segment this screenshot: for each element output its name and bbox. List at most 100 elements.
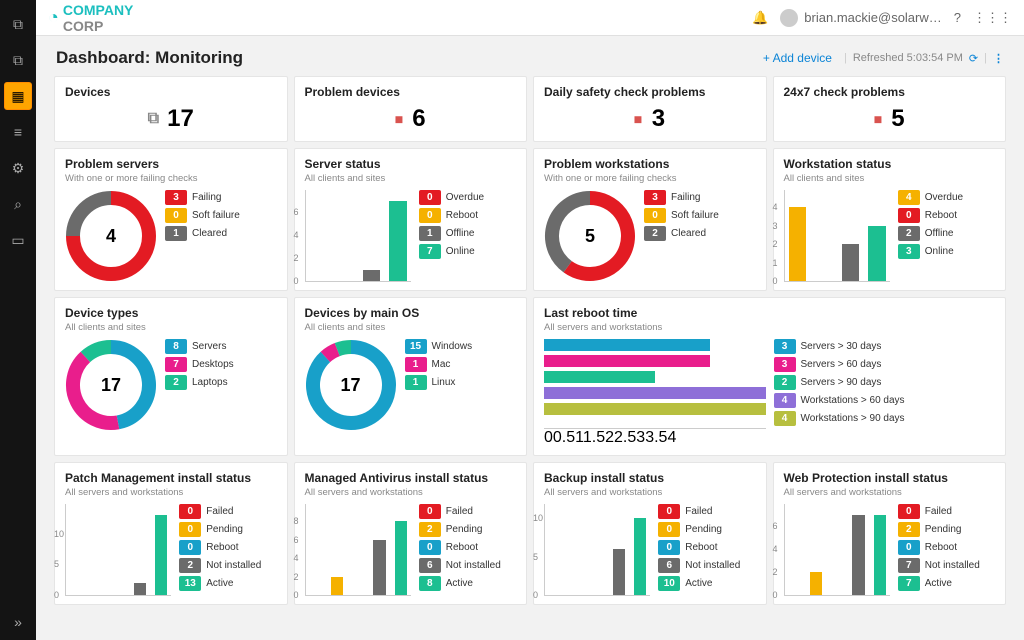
card-title: Last reboot time: [544, 306, 995, 320]
nav-dashboard-icon[interactable]: ▦: [4, 82, 32, 110]
legend-chip: 3: [165, 190, 187, 205]
legend-item: 0Pending: [179, 522, 276, 537]
legend-item: 6Not installed: [419, 558, 516, 573]
legend-label: Active: [446, 578, 473, 589]
legend-item: 2Cleared: [644, 226, 756, 241]
help-icon[interactable]: ?: [954, 10, 961, 25]
legend-label: Workstations > 90 days: [801, 413, 905, 424]
legend-chip: 0: [898, 540, 920, 555]
legend-chip: 0: [179, 540, 201, 555]
legend-chip: 10: [658, 576, 680, 591]
legend-item: 1Mac: [405, 357, 517, 372]
bar-chart: 01234: [784, 190, 890, 282]
user-menu[interactable]: brian.mackie@solarw…: [780, 9, 941, 27]
legend-chip: 0: [179, 522, 201, 537]
nav-settings-icon[interactable]: ⚙: [4, 154, 32, 182]
legend-chip: 7: [898, 576, 920, 591]
legend-item: 1Linux: [405, 375, 517, 390]
legend-label: Servers > 60 days: [801, 359, 882, 370]
legend-item: 7Desktops: [165, 357, 277, 372]
legend-chip: 3: [774, 357, 796, 372]
legend-item: 6Not installed: [658, 558, 755, 573]
bar: [389, 201, 407, 282]
kpi-value: 17: [167, 105, 194, 133]
page-menu-icon[interactable]: ⋮: [993, 52, 1004, 65]
card-backup: Backup install status All servers and wo…: [533, 462, 767, 605]
legend-label: Failed: [685, 506, 712, 517]
apps-icon[interactable]: ⋮⋮⋮: [973, 10, 1012, 26]
brand-logo[interactable]: ◔ COMPANYCORP: [48, 2, 133, 34]
legend-chip: 2: [774, 375, 796, 390]
legend-item: 0Reboot: [179, 540, 276, 555]
hbar-chart: [544, 339, 766, 429]
card-problem_servers: Problem servers With one or more failing…: [54, 148, 288, 291]
legend: 4Overdue0Reboot2Offline3Online: [898, 190, 995, 282]
legend-label: Not installed: [206, 560, 261, 571]
donut-chart: 4: [65, 190, 157, 282]
legend-item: 7Online: [419, 244, 516, 259]
legend-label: Pending: [685, 524, 722, 535]
legend-item: 0Failed: [658, 504, 755, 519]
legend-label: Cleared: [192, 228, 227, 239]
legend-label: Windows: [432, 341, 473, 352]
card-last_reboot: Last reboot time All servers and worksta…: [533, 297, 1006, 456]
legend-label: Failing: [192, 192, 221, 203]
top-bar: ◔ COMPANYCORP 🔔 brian.mackie@solarw… ? ⋮…: [36, 0, 1024, 36]
kpi-value: 5: [891, 105, 904, 133]
legend-label: Offline: [925, 228, 954, 239]
card-title: Devices by main OS: [305, 306, 517, 320]
nav-filter-icon[interactable]: ≡: [4, 118, 32, 146]
legend-chip: 8: [419, 576, 441, 591]
legend-label: Failed: [446, 506, 473, 517]
legend-item: 0Overdue: [419, 190, 516, 205]
legend-item: 3Servers > 30 days: [774, 339, 996, 354]
nav-display-icon[interactable]: ▭: [4, 226, 32, 254]
card-subtitle: All servers and workstations: [544, 487, 756, 498]
legend: 0Failed0Pending0Reboot6Not installed10Ac…: [658, 504, 755, 596]
hbar: [544, 339, 710, 351]
legend: 0Overdue0Reboot1Offline7Online: [419, 190, 516, 282]
legend-label: Desktops: [192, 359, 234, 370]
notifications-icon[interactable]: 🔔: [752, 10, 768, 26]
legend: 0Failed2Pending0Reboot6Not installed8Act…: [419, 504, 516, 596]
nav-search-icon[interactable]: ⌕: [4, 190, 32, 218]
refreshed-text: Refreshed 5:03:54 PM: [853, 52, 963, 64]
legend-chip: 0: [165, 208, 187, 223]
legend-chip: 3: [644, 190, 666, 205]
legend-label: Offline: [446, 228, 475, 239]
card-devices_os: Devices by main OS All clients and sites…: [294, 297, 528, 456]
legend-item: 1Offline: [419, 226, 516, 241]
card-title: Device types: [65, 306, 277, 320]
legend-label: Reboot: [446, 210, 478, 221]
legend-chip: 2: [898, 522, 920, 537]
legend-chip: 4: [898, 190, 920, 205]
legend-label: Active: [925, 578, 952, 589]
legend-label: Not installed: [446, 560, 501, 571]
legend-label: Overdue: [925, 192, 963, 203]
add-device-link[interactable]: + Add device: [763, 51, 832, 65]
legend-chip: 0: [419, 540, 441, 555]
legend-chip: 0: [179, 504, 201, 519]
legend-item: 0 Reboot: [898, 540, 995, 555]
bar: [868, 226, 886, 281]
card-problem_workstations: Problem workstations With one or more fa…: [533, 148, 767, 291]
legend-label: Failed: [925, 506, 952, 517]
kpi-card: Daily safety check problems ◆3: [533, 76, 767, 142]
nav-expand-icon[interactable]: »: [4, 608, 32, 636]
donut-chart: 17: [65, 339, 157, 431]
legend-chip: 1: [405, 357, 427, 372]
legend-label: Servers > 30 days: [801, 341, 882, 352]
card-title: Server status: [305, 157, 517, 171]
card-subtitle: With one or more failing checks: [65, 173, 277, 184]
refresh-icon[interactable]: ⟳: [969, 52, 978, 65]
legend-item: 2Not installed: [179, 558, 276, 573]
legend-label: Reboot: [925, 542, 957, 553]
donut-center-value: 5: [544, 190, 636, 282]
nav-monitor-icon[interactable]: ⧉: [4, 10, 32, 38]
legend-label: Overdue: [446, 192, 484, 203]
legend-item: 15Windows: [405, 339, 517, 354]
legend-item: 8Servers: [165, 339, 277, 354]
nav-devices-icon[interactable]: ⧉: [4, 46, 32, 74]
alert-icon: ◆: [870, 111, 886, 127]
legend-item: 0Reboot: [898, 208, 995, 223]
